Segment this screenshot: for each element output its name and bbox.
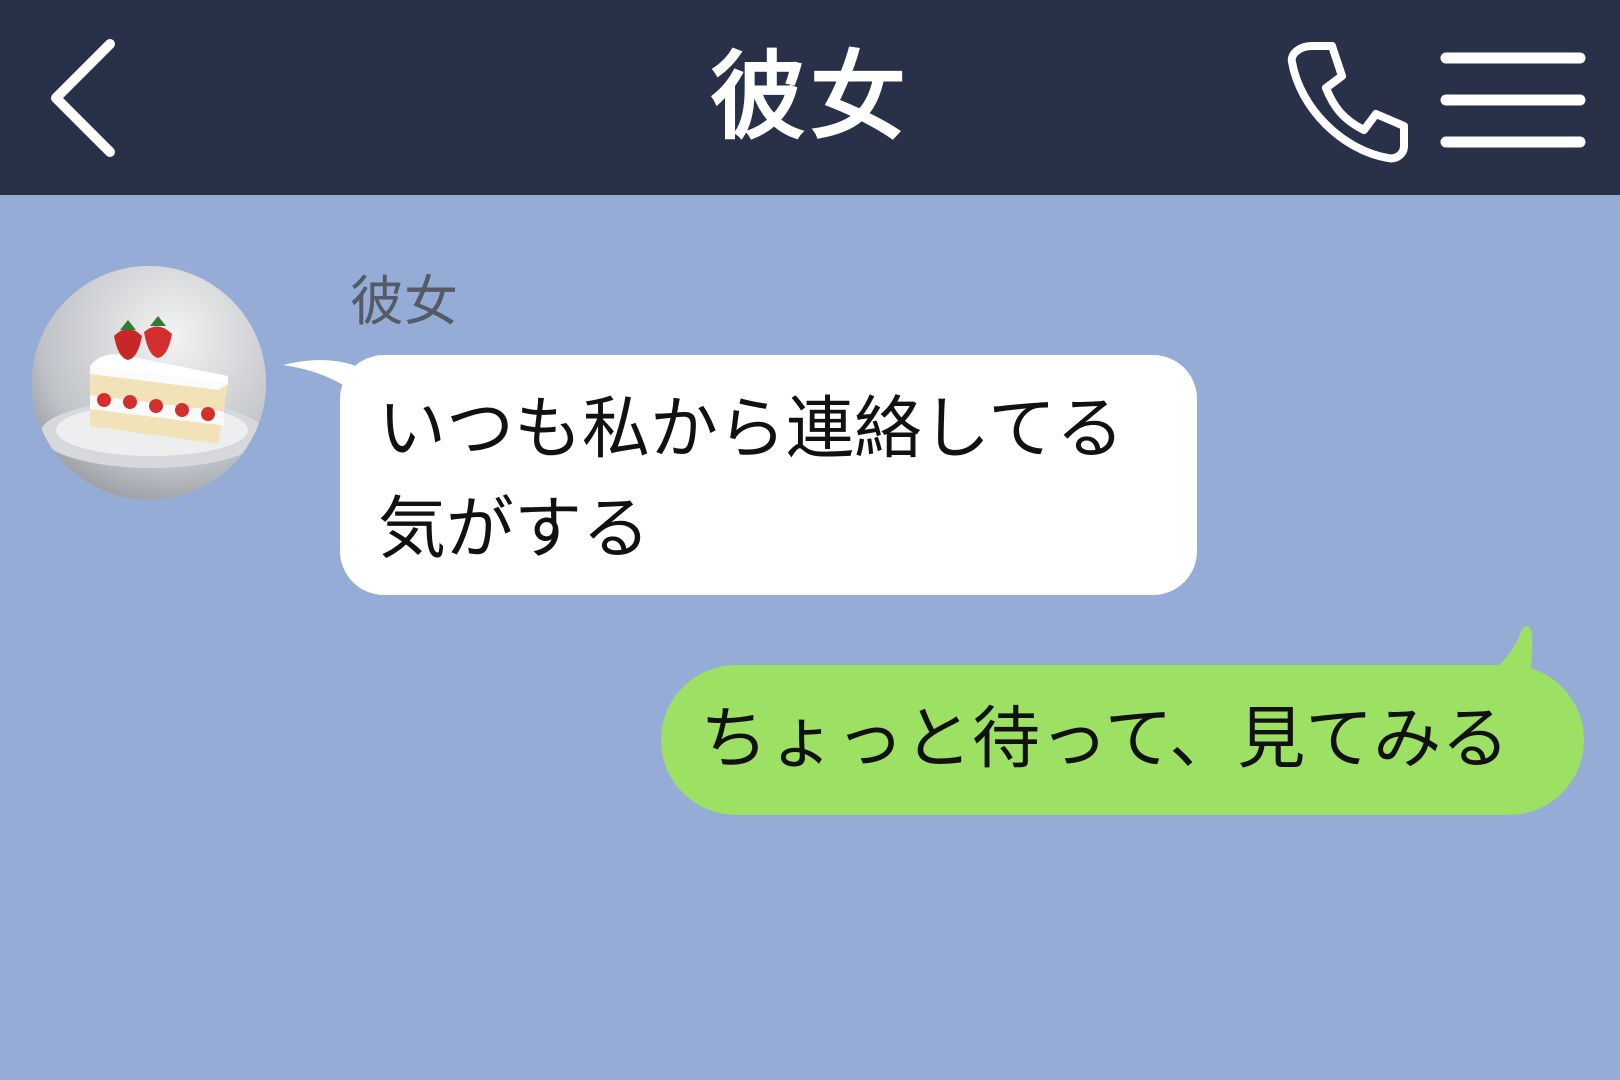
- back-button[interactable]: [38, 30, 138, 165]
- menu-button[interactable]: [1438, 46, 1588, 154]
- incoming-message-text: いつも私から連絡してる気がする: [378, 390, 1124, 569]
- sender-name: 彼女: [350, 270, 458, 333]
- avatar[interactable]: [32, 266, 266, 500]
- hamburger-menu-icon: [1440, 52, 1586, 148]
- chevron-left-icon: [51, 39, 115, 157]
- chat-header: 彼女: [0, 0, 1620, 195]
- outgoing-message-text: ちょっと待って、見てみる: [700, 700, 1510, 779]
- call-button[interactable]: [1282, 36, 1412, 166]
- phone-icon: [1287, 42, 1408, 163]
- strawberry-shortcake-photo: [32, 266, 266, 500]
